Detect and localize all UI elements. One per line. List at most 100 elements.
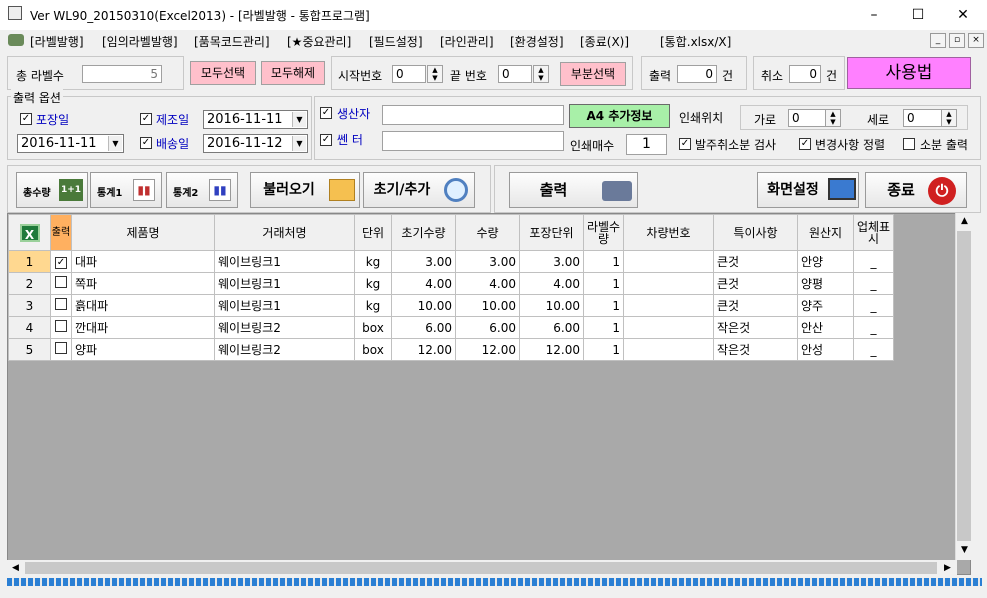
cell-customer[interactable]: 웨이브링크1: [214, 272, 355, 295]
scroll-right-icon[interactable]: ▶: [940, 561, 955, 575]
cell-company[interactable]: _: [853, 316, 894, 339]
cell-origin[interactable]: 안산: [797, 316, 854, 339]
end-no-field[interactable]: 0: [498, 65, 532, 83]
row-number[interactable]: 5: [8, 338, 51, 361]
cell-note[interactable]: 작은것: [713, 338, 798, 361]
vertical-scrollbar[interactable]: ▲ ▼: [955, 213, 972, 560]
menu-important-manage[interactable]: [★중요관리]: [287, 33, 351, 50]
select-all-button[interactable]: 모두선택: [190, 61, 256, 85]
cell-qty[interactable]: 4.00: [455, 272, 520, 295]
end-no-spinner[interactable]: ▲ ▼: [533, 65, 549, 83]
cell-pack-unit[interactable]: 10.00: [519, 294, 584, 317]
col-header-unit[interactable]: 단위: [354, 214, 392, 251]
cell-label-qty[interactable]: 1: [583, 294, 624, 317]
stats1-button[interactable]: 통계1 ▮▮: [90, 172, 162, 208]
exit-button[interactable]: 종료 ⏻: [865, 172, 967, 208]
menu-line-manage[interactable]: [라인관리]: [440, 33, 494, 50]
row-number[interactable]: 2: [8, 272, 51, 295]
mdi-minimize-icon[interactable]: _: [930, 33, 946, 48]
close-button[interactable]: ✕: [940, 0, 986, 30]
usage-button[interactable]: 사용법: [847, 57, 971, 89]
col-header-init-qty[interactable]: 초기수량: [391, 214, 456, 251]
mdi-restore-icon[interactable]: ▫: [949, 33, 965, 48]
print-button[interactable]: 출력: [509, 172, 638, 208]
cell-company[interactable]: _: [853, 250, 894, 273]
row-print-checkbox[interactable]: ✓: [50, 250, 72, 273]
a4-info-button[interactable]: A4 추가정보: [569, 104, 670, 128]
minimize-button[interactable]: –: [851, 0, 897, 30]
mfg-date-combo[interactable]: 2016-11-11 ▼: [203, 110, 308, 129]
load-button[interactable]: 불러오기: [250, 172, 360, 208]
row-print-checkbox[interactable]: [50, 294, 72, 317]
ship-date-checkbox[interactable]: ✓: [140, 137, 152, 149]
cell-pack-unit[interactable]: 3.00: [519, 250, 584, 273]
cell-pack-unit[interactable]: 4.00: [519, 272, 584, 295]
cell-company[interactable]: _: [853, 272, 894, 295]
screen-settings-button[interactable]: 화면설정: [757, 172, 859, 208]
cell-customer[interactable]: 웨이브링크2: [214, 338, 355, 361]
cell-unit[interactable]: kg: [354, 272, 392, 295]
reset-add-button[interactable]: 초기/추가: [363, 172, 475, 208]
center-field[interactable]: [382, 131, 564, 151]
row-number[interactable]: 4: [8, 316, 51, 339]
cell-company[interactable]: _: [853, 294, 894, 317]
cell-car-no[interactable]: [623, 250, 714, 273]
col-header-note[interactable]: 특이사항: [713, 214, 798, 251]
table-row[interactable]: 5 양파 웨이브링크2 box 12.00 12.00 12.00 1 작은것 …: [8, 338, 894, 361]
cell-note[interactable]: 작은것: [713, 316, 798, 339]
row-print-checkbox[interactable]: [50, 316, 72, 339]
row-number[interactable]: 1: [8, 250, 51, 273]
cell-qty[interactable]: 10.00: [455, 294, 520, 317]
menu-env-settings[interactable]: [환경설정]: [510, 33, 564, 50]
row-print-checkbox[interactable]: [50, 338, 72, 361]
start-no-field[interactable]: 0: [392, 65, 426, 83]
col-header-car-no[interactable]: 차량번호: [623, 214, 714, 251]
cell-label-qty[interactable]: 1: [583, 338, 624, 361]
excel-export-button[interactable]: X: [8, 214, 51, 251]
horizontal-spinner[interactable]: ▲ ▼: [825, 109, 841, 127]
cell-qty[interactable]: 3.00: [455, 250, 520, 273]
cell-car-no[interactable]: [623, 316, 714, 339]
cell-company[interactable]: _: [853, 338, 894, 361]
col-header-print[interactable]: 출력: [50, 214, 72, 251]
cell-origin[interactable]: 양평: [797, 272, 854, 295]
col-header-label-qty[interactable]: 라벨수량: [583, 214, 624, 251]
scroll-left-icon[interactable]: ◀: [8, 561, 23, 575]
row-number[interactable]: 3: [8, 294, 51, 317]
horizontal-scrollbar[interactable]: ◀ ▶: [7, 560, 957, 576]
cell-note[interactable]: 큰것: [713, 272, 798, 295]
horizontal-scroll-thumb[interactable]: [25, 562, 937, 574]
cell-product[interactable]: 깐대파: [71, 316, 215, 339]
table-row[interactable]: 3 흙대파 웨이브링크1 kg 10.00 10.00 10.00 1 큰것 양…: [8, 294, 894, 317]
deselect-all-button[interactable]: 모두해제: [261, 61, 325, 85]
cell-pack-unit[interactable]: 12.00: [519, 338, 584, 361]
stats2-button[interactable]: 통계2 ▮▮: [166, 172, 238, 208]
menu-integration-file[interactable]: [통합.xlsx/X]: [660, 33, 731, 50]
cell-car-no[interactable]: [623, 338, 714, 361]
change-sort-checkbox[interactable]: ✓: [799, 138, 811, 150]
copies-field[interactable]: 1: [626, 134, 667, 155]
cell-unit[interactable]: box: [354, 316, 392, 339]
cell-init-qty[interactable]: 3.00: [391, 250, 456, 273]
cell-product[interactable]: 대파: [71, 250, 215, 273]
col-header-product[interactable]: 제품명: [71, 214, 215, 251]
vertical-scroll-thumb[interactable]: [957, 231, 971, 541]
col-header-pack-unit[interactable]: 포장단위: [519, 214, 584, 251]
producer-checkbox[interactable]: ✓: [320, 107, 332, 119]
cell-qty[interactable]: 12.00: [455, 338, 520, 361]
cell-customer[interactable]: 웨이브링크1: [214, 250, 355, 273]
cell-origin[interactable]: 양주: [797, 294, 854, 317]
cell-unit[interactable]: box: [354, 338, 392, 361]
cell-init-qty[interactable]: 12.00: [391, 338, 456, 361]
menu-label-issue[interactable]: [라벨발행]: [30, 33, 84, 50]
cell-init-qty[interactable]: 10.00: [391, 294, 456, 317]
order-cancel-checkbox[interactable]: ✓: [679, 138, 691, 150]
col-header-customer[interactable]: 거래처명: [214, 214, 355, 251]
ship-date-combo[interactable]: 2016-11-12 ▼: [203, 134, 308, 153]
col-header-company[interactable]: 업체표시: [853, 214, 894, 251]
cell-init-qty[interactable]: 6.00: [391, 316, 456, 339]
table-row[interactable]: 1 ✓ 대파 웨이브링크1 kg 3.00 3.00 3.00 1 큰것 안양 …: [8, 250, 894, 273]
cell-pack-unit[interactable]: 6.00: [519, 316, 584, 339]
vertical-field[interactable]: 0: [903, 109, 943, 127]
scroll-up-icon[interactable]: ▲: [957, 214, 972, 229]
